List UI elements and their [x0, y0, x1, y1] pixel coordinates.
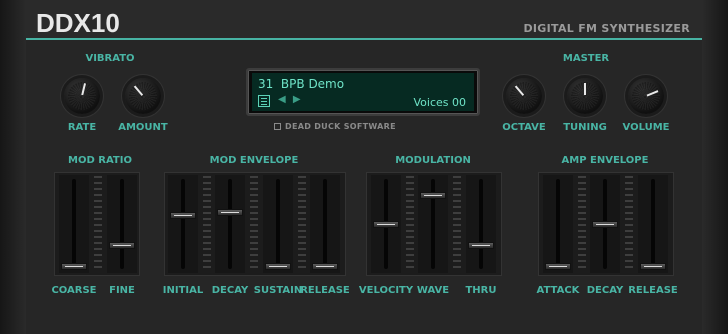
right-side-panel: [702, 0, 728, 334]
thru-slider-handle[interactable]: [468, 241, 494, 249]
mod-release-label: RELEASE: [300, 285, 350, 296]
left-side-panel: [0, 0, 26, 334]
menu-icon[interactable]: [258, 95, 270, 107]
app-title: DDX10: [36, 8, 120, 38]
modulation-title: MODULATION: [395, 155, 471, 166]
tuning-knob[interactable]: [567, 78, 603, 114]
octave-knob[interactable]: [506, 78, 542, 114]
initial-slider-handle[interactable]: [170, 212, 196, 219]
amp-release-slider[interactable]: [638, 175, 668, 273]
amp-envelope-scale-1: [578, 176, 586, 272]
velocity-slider[interactable]: [371, 175, 401, 273]
amp-release-slider-handle[interactable]: [640, 263, 666, 270]
volume-knob[interactable]: [628, 78, 664, 114]
preset-display: 31 BPB Demo ◀ ▶ Voices 00: [246, 68, 480, 116]
preset-nav-arrows-icon[interactable]: ◀ ▶: [278, 94, 303, 105]
velocity-slider-handle[interactable]: [373, 220, 399, 228]
preset-line[interactable]: 31 BPB Demo: [258, 77, 344, 91]
wave-slider[interactable]: [418, 175, 448, 273]
mod-release-slider[interactable]: [310, 175, 340, 273]
mod-envelope-title: MOD ENVELOPE: [209, 155, 299, 166]
sustain-slider-handle[interactable]: [265, 263, 291, 270]
mod-ratio-title: MOD RATIO: [68, 155, 132, 166]
attack-slider-handle[interactable]: [545, 263, 571, 270]
fine-label: FINE: [109, 285, 135, 296]
amp-decay-slider-handle[interactable]: [592, 220, 618, 228]
coarse-slider-handle[interactable]: [61, 263, 87, 270]
fine-slider-handle[interactable]: [109, 241, 135, 249]
amp-envelope-scale-2: [625, 176, 633, 272]
rate-knob[interactable]: [64, 78, 100, 114]
coarse-slider[interactable]: [59, 175, 89, 273]
sustain-slider[interactable]: [263, 175, 293, 273]
header-bar: DDX10 DIGITAL FM SYNTHESIZER: [26, 0, 702, 40]
modulation-scale-1: [406, 176, 414, 272]
lcd-screen: 31 BPB Demo ◀ ▶ Voices 00: [252, 73, 474, 111]
amount-label: AMOUNT: [118, 122, 168, 133]
amp-release-label: RELEASE: [628, 285, 678, 296]
mod-decay-slider-handle[interactable]: [217, 209, 243, 217]
main-panel: [26, 0, 702, 334]
mod-envelope-scale-3: [298, 176, 306, 272]
amp-envelope-title: AMP ENVELOPE: [561, 155, 649, 166]
preset-number: 31: [258, 77, 274, 91]
thru-slider[interactable]: [466, 175, 496, 273]
modulation-scale-2: [453, 176, 461, 272]
brand-text: DEAD DUCK SOFTWARE: [285, 122, 396, 131]
mod-ratio-scale: [94, 176, 102, 272]
mod-envelope-scale-1: [203, 176, 211, 272]
preset-name: BPB Demo: [280, 77, 345, 91]
master-title: MASTER: [562, 53, 610, 64]
thru-label: THRU: [465, 285, 497, 296]
app-subtitle: DIGITAL FM SYNTHESIZER: [523, 22, 690, 35]
initial-slider[interactable]: [168, 175, 198, 273]
wave-slider-handle[interactable]: [420, 192, 446, 200]
brand-label: DEAD DUCK SOFTWARE: [274, 122, 396, 131]
brand-icon: [274, 123, 281, 130]
mod-envelope-scale-2: [250, 176, 258, 272]
vibrato-title: VIBRATO: [85, 53, 135, 64]
amp-decay-slider[interactable]: [590, 175, 620, 273]
attack-slider[interactable]: [543, 175, 573, 273]
mod-release-slider-handle[interactable]: [312, 263, 338, 270]
volume-label: VOLUME: [622, 122, 670, 133]
voices-count: Voices 00: [413, 96, 467, 109]
amount-knob[interactable]: [125, 78, 161, 114]
mod-decay-slider[interactable]: [215, 175, 245, 273]
fine-slider[interactable]: [107, 175, 137, 273]
